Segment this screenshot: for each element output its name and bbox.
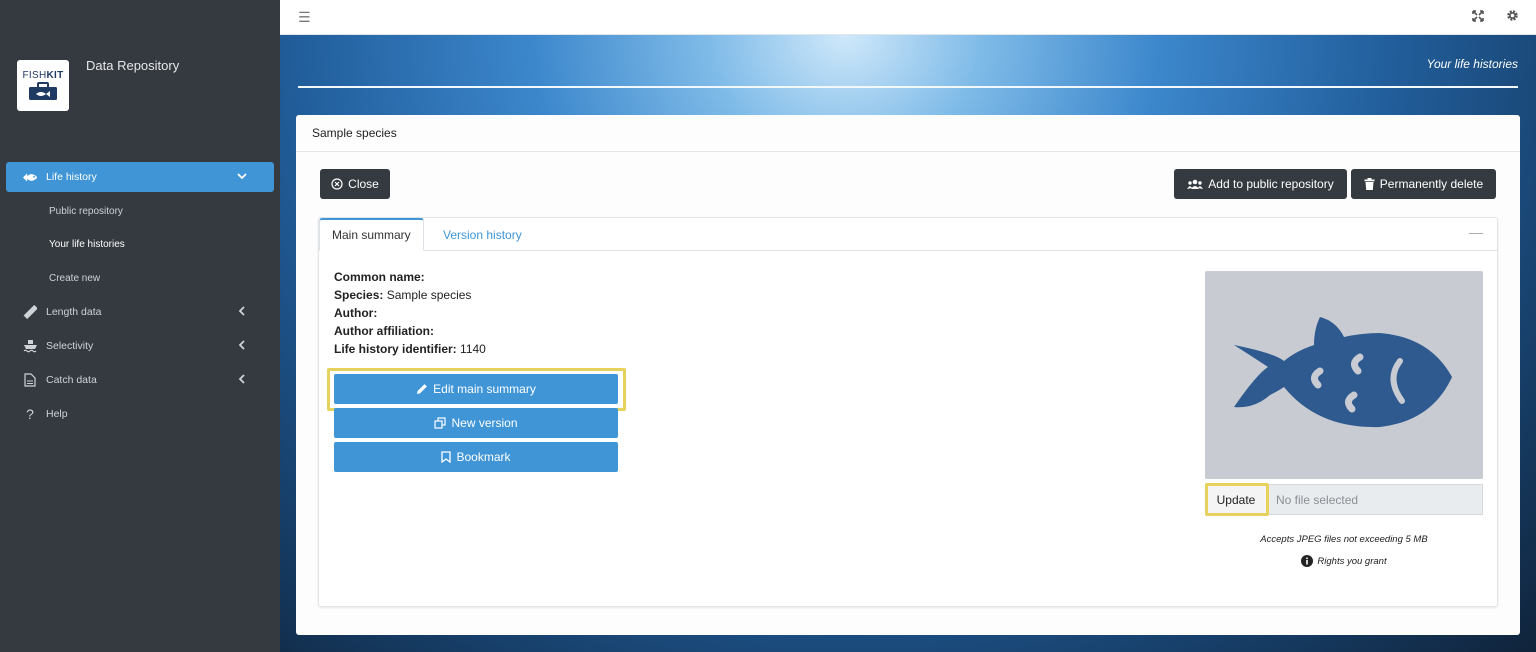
close-button-label: Close: [348, 177, 379, 191]
file-requirements-note: Accepts JPEG files not exceeding 5 MB: [1260, 534, 1428, 545]
gear-icon[interactable]: [1506, 9, 1519, 27]
chevron-left-icon: [236, 305, 248, 320]
close-circle-icon: [331, 178, 343, 190]
sidebar-item-catch-data[interactable]: Catch data: [6, 365, 274, 395]
edit-main-summary-button[interactable]: Edit main summary: [334, 374, 618, 404]
tab-version-history[interactable]: Version history: [431, 218, 534, 251]
close-button[interactable]: Close: [320, 169, 390, 199]
page-title: Your life histories: [1426, 57, 1518, 71]
image-upload-row: Update No file selected: [1205, 484, 1483, 515]
add-to-public-repository-label: Add to public repository: [1208, 177, 1334, 191]
bookmark-label: Bookmark: [456, 450, 511, 464]
tab-main-summary[interactable]: Main summary: [319, 218, 424, 251]
trash-icon: [1364, 178, 1375, 190]
rights-you-grant-label: Rights you grant: [1317, 555, 1387, 567]
copy-icon: [434, 417, 447, 429]
toolbox-icon: [29, 82, 57, 100]
banner-divider: [298, 86, 1518, 88]
bookmark-icon: [441, 451, 452, 463]
chevron-left-icon: [236, 373, 248, 388]
ruler-icon: [20, 304, 40, 319]
sidebar-nav: Life history Public repository Your life…: [6, 162, 274, 433]
chevron-down-icon: [236, 170, 248, 185]
fish-icon: [1234, 317, 1452, 428]
life-history-card: Sample species Close Add to public repos…: [296, 115, 1520, 635]
sidebar-item-label: Catch data: [46, 373, 97, 386]
brand-title: Data Repository: [86, 58, 180, 73]
permanently-delete-button[interactable]: Permanently delete: [1351, 169, 1496, 199]
card-title: Sample species: [296, 115, 1520, 152]
sidebar-item-label: Selectivity: [46, 339, 94, 352]
sidebar-item-selectivity[interactable]: Selectivity: [6, 331, 274, 361]
info-icon: [1301, 555, 1314, 567]
logo-text-plain: FISH: [22, 70, 47, 81]
edit-main-summary-label: Edit main summary: [433, 382, 536, 396]
permanently-delete-label: Permanently delete: [1379, 177, 1484, 191]
sidebar-item-life-history[interactable]: Life history: [6, 162, 274, 192]
sidebar-item-label: Length data: [46, 305, 102, 318]
sidebar-subitem-create-new[interactable]: Create new: [6, 263, 274, 293]
file-icon: [20, 372, 40, 387]
logo-text-bold: KIT: [46, 70, 64, 81]
sidebar-item-length-data[interactable]: Length data: [6, 297, 274, 327]
author-row: Author:: [334, 306, 378, 320]
author-affiliation-row: Author affiliation:: [334, 324, 434, 338]
bookmark-button[interactable]: Bookmark: [334, 442, 618, 472]
species-image: [1205, 271, 1483, 479]
common-name-row: Common name:: [334, 270, 425, 284]
rights-you-grant-link[interactable]: Rights you grant: [1205, 555, 1483, 567]
fishkit-logo[interactable]: FISHKIT: [17, 60, 69, 111]
topbar: ☰: [280, 0, 1536, 35]
hamburger-menu-icon[interactable]: ☰: [298, 9, 311, 26]
pencil-icon: [417, 384, 428, 394]
new-version-label: New version: [451, 416, 518, 430]
update-image-button[interactable]: Update: [1205, 484, 1267, 515]
tab-bar: Main summary Version history —: [319, 218, 1497, 251]
sidebar: FISHKIT Data Repository Life history Pub…: [0, 0, 280, 652]
ship-icon: [20, 339, 40, 353]
new-version-button[interactable]: New version: [334, 408, 618, 438]
sidebar-subitem-public-repository[interactable]: Public repository: [6, 196, 274, 226]
file-name-field[interactable]: No file selected: [1267, 484, 1483, 515]
users-icon: [1187, 179, 1204, 189]
species-row: Species: Sample species: [334, 288, 472, 302]
add-to-public-repository-button[interactable]: Add to public repository: [1174, 169, 1347, 199]
summary-panel: Main summary Version history — Common na…: [318, 217, 1498, 607]
sidebar-item-help[interactable]: ? Help: [6, 399, 274, 429]
life-history-identifier-row: Life history identifier: 1140: [334, 342, 486, 356]
sidebar-item-label: Help: [46, 407, 68, 420]
chevron-left-icon: [236, 339, 248, 354]
fish-icon: [20, 172, 40, 183]
question-icon: ?: [26, 405, 34, 422]
sidebar-item-label: Life history: [46, 171, 97, 183]
summary-details: Common name: Species: Sample species Aut…: [334, 268, 486, 358]
fullscreen-icon[interactable]: [1472, 9, 1484, 27]
collapse-icon[interactable]: —: [1469, 224, 1483, 240]
sidebar-subitem-your-life-histories[interactable]: Your life histories: [6, 230, 274, 260]
